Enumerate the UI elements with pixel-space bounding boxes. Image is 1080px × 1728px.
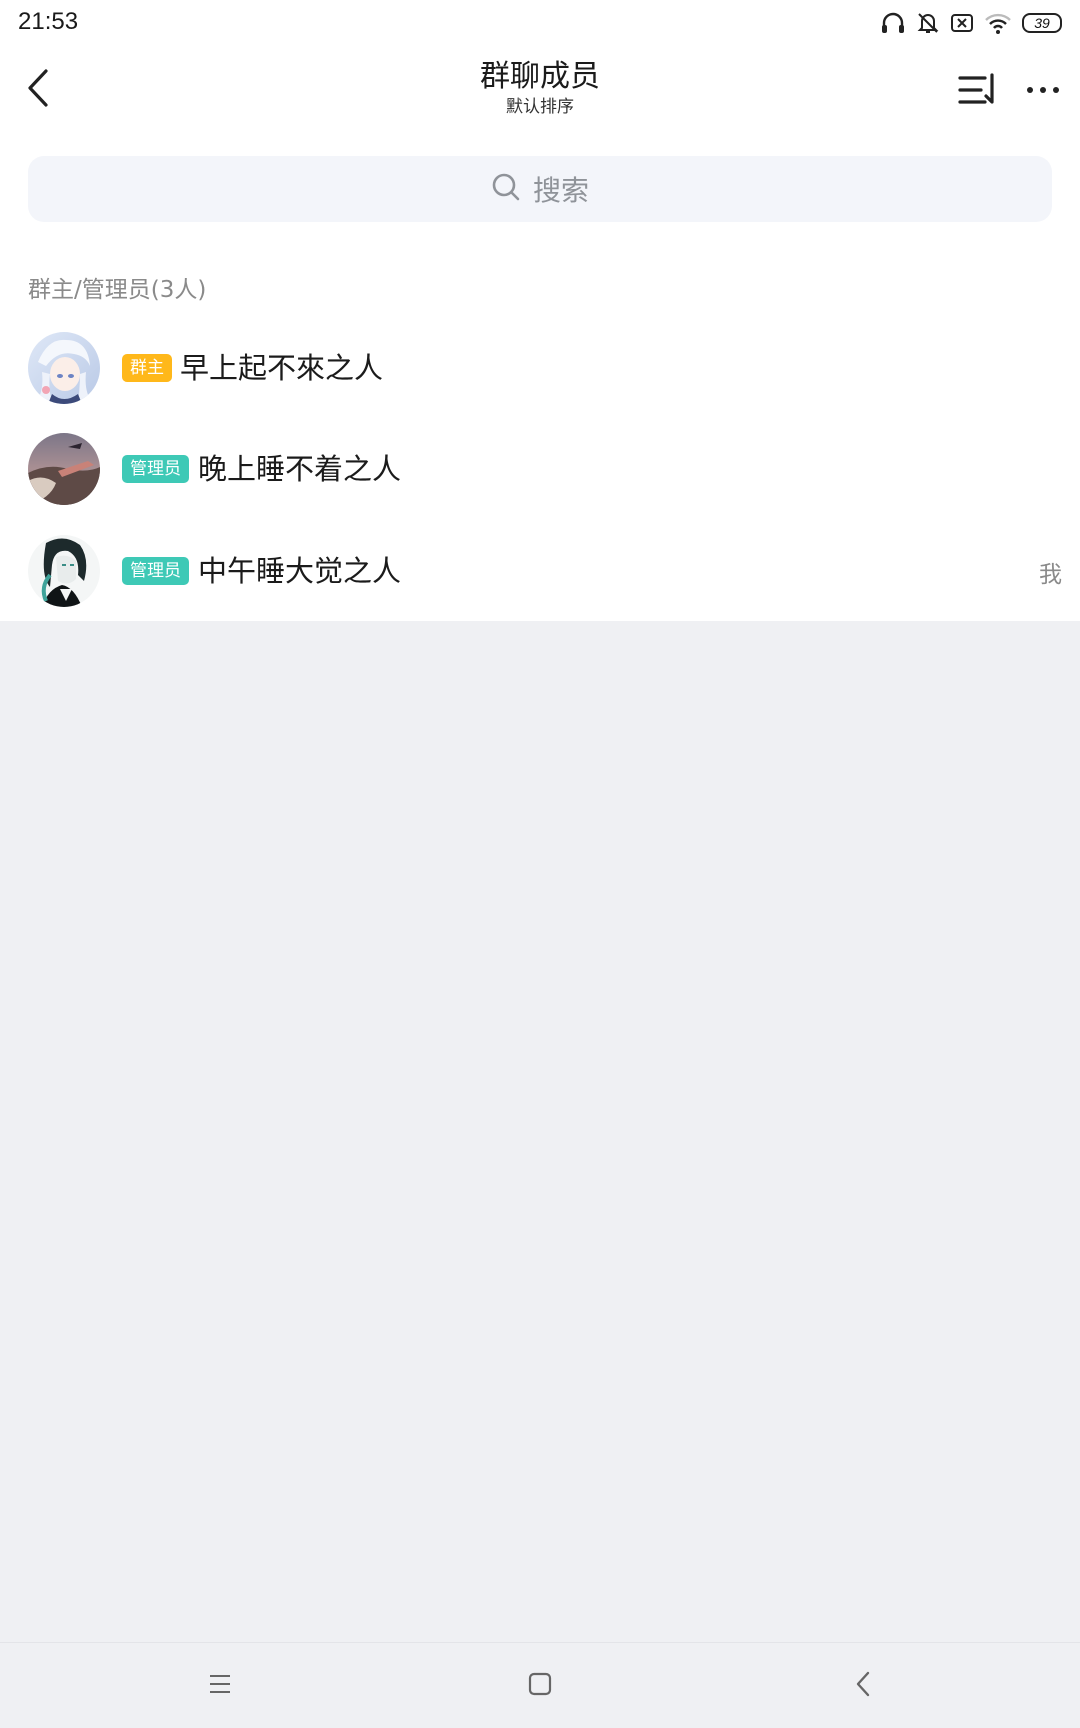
battery-icon: 39 [1022,13,1062,33]
member-name: 早上起不來之人 [180,351,384,385]
header: 群聊成员 默认排序 [0,48,1080,132]
section-title: 群主/管理员(3人) [28,277,207,303]
back-button[interactable] [16,64,60,116]
status-time: 21:53 [18,8,79,35]
menu-icon [208,1673,232,1699]
home-square-icon [527,1671,553,1701]
navigation-bar [0,1642,1080,1728]
avatar [28,433,100,505]
member-row[interactable]: 管理员 中午睡大觉之人 我 [0,521,1080,621]
content-area: 21:53 39 群聊成员 默认排序 搜索 群主/管理员(3人) 群主 早上起不… [0,0,1080,621]
admin-badge: 管理员 [122,455,189,483]
admin-badge: 管理员 [122,557,189,585]
recent-apps-button[interactable] [190,1663,250,1709]
avatar [28,332,100,404]
me-label: 我 [1039,562,1062,588]
search-input[interactable]: 搜索 [28,156,1052,222]
sort-button[interactable] [955,70,999,110]
member-row[interactable]: 群主 早上起不來之人 [0,318,1080,418]
battery-level: 39 [1034,15,1050,31]
more-dots-icon [1022,87,1066,114]
back-arrow-icon [24,68,52,112]
member-name: 晚上睡不着之人 [198,452,402,486]
sort-mode-label: 默认排序 [506,97,574,117]
bell-muted-icon [916,11,940,35]
search-placeholder: 搜索 [532,174,589,207]
wifi-icon [984,11,1012,35]
sim-off-icon [950,12,974,34]
back-chevron-icon [853,1670,873,1702]
status-bar: 21:53 39 [0,0,1080,46]
sort-icon [955,73,999,114]
home-button[interactable] [510,1663,570,1709]
member-row[interactable]: 管理员 晚上睡不着之人 [0,419,1080,519]
avatar [28,535,100,607]
owner-badge: 群主 [122,354,172,382]
system-back-button[interactable] [833,1663,893,1709]
member-name: 中午睡大觉之人 [198,554,402,588]
page-title: 群聊成员 [480,59,600,94]
search-icon [491,172,533,206]
status-icons: 39 [880,8,1062,38]
more-button[interactable] [1022,70,1066,110]
headphones-icon [880,11,906,35]
title-block: 群聊成员 默认排序 [340,58,740,118]
screen: 21:53 39 群聊成员 默认排序 搜索 群主/管理员(3人) 群主 早上起不… [0,0,1080,1728]
